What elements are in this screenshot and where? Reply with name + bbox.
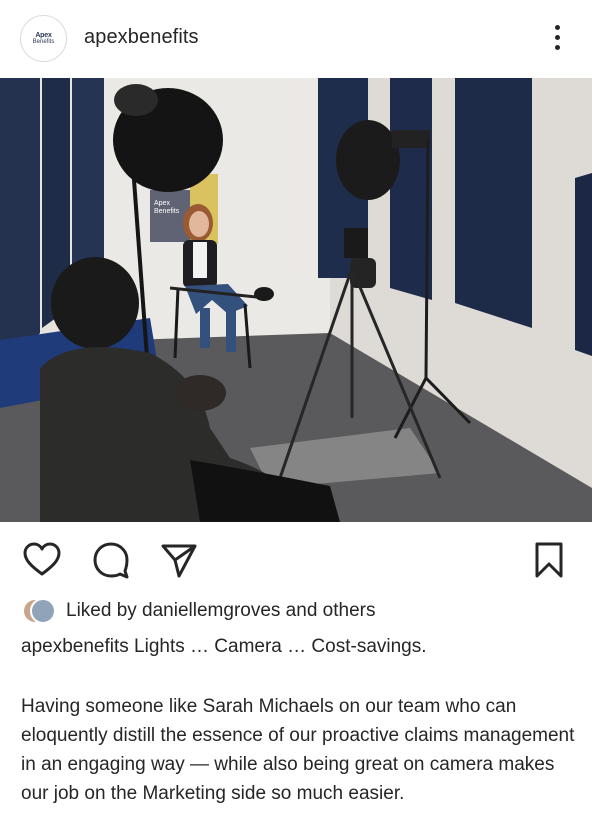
avatar-logo-text: Apex [35, 31, 52, 39]
send-icon[interactable] [159, 540, 199, 580]
studio-interview-image: Apex Benefits [0, 78, 592, 522]
post-photo[interactable]: Apex Benefits [0, 78, 592, 522]
likes-text: Liked by daniellemgroves and others [66, 600, 375, 622]
bookmark-icon[interactable] [529, 540, 569, 580]
comment-icon[interactable] [91, 540, 131, 580]
more-vertical-icon[interactable] [550, 24, 566, 52]
sign-logo-text: Apex [154, 200, 170, 207]
post-header: Apex Benefits apexbenefits [0, 0, 592, 78]
post-actions [0, 522, 592, 594]
caption-headline: apexbenefits Lights … Camera … Cost-savi… [21, 636, 427, 658]
likes-summary: Liked by daniellemgroves and others [0, 594, 592, 626]
heart-icon[interactable] [22, 540, 62, 580]
caption-body: Having someone like Sarah Michaels on ou… [21, 696, 575, 804]
liker-username[interactable]: daniellemgroves [142, 600, 280, 621]
caption-headline-text: Lights … Camera … Cost-savings. [134, 636, 427, 657]
caption-username[interactable]: apexbenefits [21, 636, 129, 657]
likes-suffix: and others [280, 600, 376, 621]
likes-prefix: Liked by [66, 600, 143, 621]
author-username[interactable]: apexbenefits [84, 26, 199, 49]
sign-logo-subtext: Benefits [154, 208, 180, 215]
avatar-logo-subtext: Benefits [32, 38, 55, 45]
profile-avatar[interactable]: Apex Benefits [20, 15, 67, 62]
liker-avatar [30, 598, 56, 624]
liker-avatars[interactable] [22, 596, 56, 626]
